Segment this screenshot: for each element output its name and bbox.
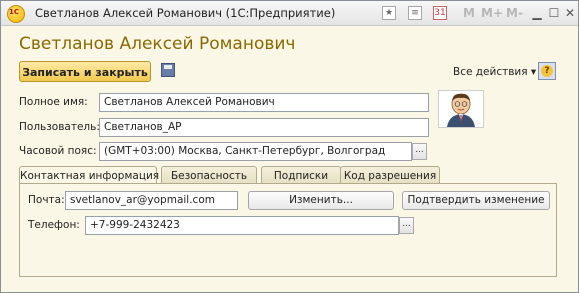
full-name-label: Полное имя: — [19, 96, 88, 108]
timezone-field[interactable]: (GMT+03:00) Москва, Санкт-Петербург, Вол… — [99, 142, 412, 161]
avatar-icon — [447, 93, 475, 127]
tab-security[interactable]: Безопасность — [161, 166, 257, 184]
email-label: Почта: — [28, 194, 65, 206]
phone-select-button[interactable]: ... — [399, 217, 414, 234]
timezone-label: Часовой пояс: — [19, 145, 97, 157]
close-icon[interactable]: ✕ — [562, 5, 578, 21]
1c-logo-icon: 1С — [7, 5, 25, 23]
page-title: Светланов Алексей Романович — [19, 34, 296, 54]
memory-button-m[interactable]: M — [463, 6, 475, 20]
tab-permission-code[interactable]: Код разрешения — [340, 166, 440, 184]
email-field[interactable]: svetlanov_ar@yopmail.com — [65, 191, 238, 210]
memory-button-m-plus[interactable]: M+ — [481, 6, 503, 20]
tab-subscriptions[interactable]: Подписки — [261, 166, 341, 184]
logo-text: 1С — [9, 8, 20, 16]
confirm-change-button[interactable]: Подтвердить изменение — [402, 191, 550, 210]
all-actions-menu[interactable]: Все действия ▾ — [453, 66, 536, 78]
star-icon[interactable]: ★ — [382, 6, 396, 20]
title-bar: 1С Светланов Алексей Романович (1С:Предп… — [1, 1, 578, 26]
help-icon: ? — [541, 65, 553, 77]
user-field[interactable]: Светланов_АР — [99, 118, 429, 137]
phone-label: Телефон: — [28, 219, 80, 231]
tab-panel-contact-info: Почта: svetlanov_ar@yopmail.com Изменить… — [19, 183, 557, 277]
list-icon[interactable]: ≡ — [408, 6, 422, 20]
change-email-button[interactable]: Изменить... — [248, 191, 394, 210]
avatar — [438, 90, 484, 128]
user-label: Пользователь: — [19, 121, 100, 133]
save-icon[interactable] — [161, 63, 175, 77]
calendar-icon[interactable]: 31 — [433, 6, 447, 20]
minimize-icon[interactable]: ▁ — [529, 5, 545, 21]
full-name-field[interactable]: Светланов Алексей Романович — [99, 93, 429, 112]
help-button[interactable]: ? — [538, 62, 556, 80]
maximize-icon[interactable]: ☐ — [546, 5, 562, 21]
phone-field[interactable]: +7-999-2432423 — [85, 216, 399, 235]
timezone-select-button[interactable]: ... — [412, 143, 427, 160]
memory-button-m-minus[interactable]: M- — [506, 6, 523, 20]
app-window: 1С Светланов Алексей Романович (1С:Предп… — [0, 0, 579, 293]
window-title: Светланов Алексей Романович (1С:Предприя… — [35, 6, 336, 20]
save-and-close-button[interactable]: Записать и закрыть — [19, 61, 151, 82]
